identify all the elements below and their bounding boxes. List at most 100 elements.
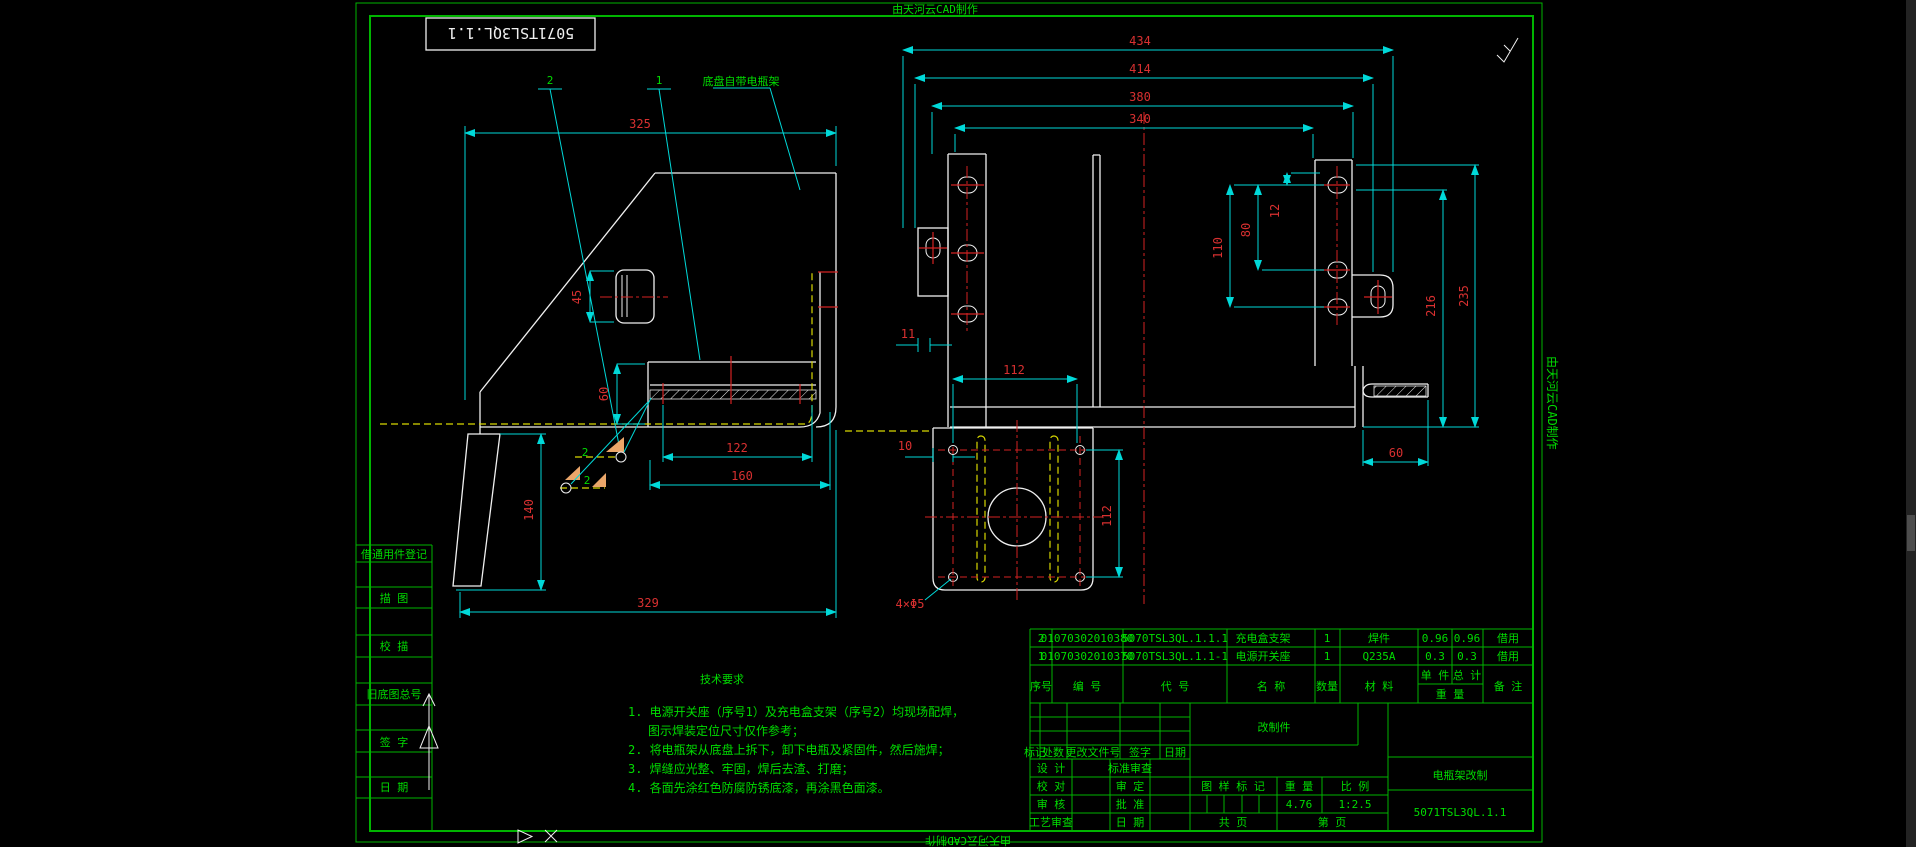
- weld-size-a: 2: [582, 446, 589, 459]
- bom-qty: 1: [1324, 632, 1331, 645]
- tech-title: 技术要求: [700, 673, 744, 686]
- dim-110: 110: [1211, 237, 1225, 259]
- bom-total-weight: 0.3: [1457, 650, 1477, 663]
- bom-remark: 借用: [1497, 632, 1519, 645]
- bom-material: Q235A: [1362, 650, 1395, 663]
- dim-216: 216: [1424, 295, 1438, 317]
- bom-header-total: 总 计: [1453, 668, 1482, 682]
- tb-rev-date: 日期: [1164, 746, 1186, 759]
- bom-code: 01070302010370: [1041, 650, 1134, 663]
- bom-unit-weight: 0.96: [1422, 632, 1449, 645]
- watermark-side: 由天河云CAD制作: [1545, 356, 1559, 450]
- tb-type: 改制件: [1258, 720, 1291, 734]
- scrollbar-track[interactable]: [1906, 0, 1916, 847]
- dim-329: 329: [637, 596, 659, 610]
- tech-line-1: 1. 电源开关座（序号1）及充电盒支架（序号2）均现场配焊，: [628, 704, 964, 719]
- dim-380: 380: [1129, 90, 1151, 104]
- bom-header-drawing: 代 号: [1161, 680, 1190, 693]
- bom-name: 电源开关座: [1236, 649, 1291, 663]
- tb-ratify: 批 准: [1116, 797, 1145, 811]
- bom-code: 01070302010380: [1041, 632, 1134, 645]
- balloon-1: 1: [656, 74, 663, 87]
- bom-row: 1 01070302010370 5070TSL3QL.1.1-1 电源开关座 …: [1038, 649, 1519, 663]
- dim-160: 160: [731, 469, 753, 483]
- sidebar-label-date: 日 期: [380, 781, 409, 794]
- tech-line-4: 3. 焊缝应光整、牢固，焊后去渣、打磨；: [628, 761, 854, 776]
- bom-header-weight: 重 量: [1436, 687, 1465, 701]
- tb-design: 设 计: [1037, 762, 1066, 775]
- scrollbar-thumb[interactable]: [1907, 515, 1915, 551]
- bom-header-name: 名 称: [1257, 679, 1286, 693]
- hole-note: 4×Φ5: [896, 597, 925, 611]
- tb-audit: 审 核: [1037, 797, 1066, 811]
- cad-canvas: 由天河云CAD制作 由天河云CAD制作 由天河云CAD制作 5071TSL3QL…: [355, 0, 1916, 847]
- bom-name: 充电盒支架: [1236, 631, 1291, 645]
- bom-remark: 借用: [1497, 650, 1519, 663]
- tb-drawing-no: 5071TSL3QL.1.1: [1414, 806, 1507, 819]
- tb-sheets: 共 页: [1219, 816, 1248, 829]
- balloon-2: 2: [547, 74, 554, 87]
- dim-112-top: 112: [1003, 363, 1025, 377]
- tb-part-title: 电瓶架改制: [1433, 768, 1488, 782]
- bom-header-remark: 备 注: [1494, 679, 1523, 693]
- tb-scale-value: 1:2.5: [1338, 798, 1371, 811]
- dim-12: 12: [1268, 204, 1282, 218]
- tb-sheet: 第 页: [1318, 815, 1347, 829]
- right-view: 434 414 380 340 110 80 12 216 235 60 112…: [845, 34, 1479, 611]
- chassis-label: 底盘自带电瓶架: [703, 74, 780, 88]
- dim-11: 11: [901, 327, 915, 341]
- bom-total-weight: 0.96: [1454, 632, 1481, 645]
- sidebar-label-tracing: 描 图: [380, 591, 409, 605]
- watermark-bottom: 由天河云CAD制作: [925, 834, 1011, 847]
- dim-140: 140: [522, 499, 536, 521]
- dim-434: 434: [1129, 34, 1151, 48]
- tb-scale-label: 比 例: [1341, 779, 1370, 793]
- tb-approve: 审 定: [1116, 779, 1145, 793]
- tech-line-2: 图示焊装定位尺寸仅作参考；: [648, 723, 804, 738]
- bom-row: 2 01070302010380 5070TSL3QL.1.1.1 充电盒支架 …: [1038, 631, 1519, 645]
- sidebar-label-common-parts: 借通用件登记: [361, 547, 427, 561]
- sidebar-label-trace-check: 校 描: [380, 639, 409, 653]
- dim-235: 235: [1457, 285, 1471, 307]
- drawing-number-text: 5071TSL3QL.1.1: [448, 24, 574, 42]
- tb-date: 日 期: [1116, 816, 1145, 829]
- datum-arrow-symbol: [419, 692, 439, 790]
- sidebar-label-old-master-no: 旧底图总号: [367, 687, 422, 701]
- tech-line-3: 2. 将电瓶架从底盘上拆下，卸下电瓶及紧固件，然后施焊；: [628, 742, 950, 757]
- dim-10: 10: [898, 439, 912, 453]
- dim-80: 80: [1239, 223, 1253, 237]
- dim-112-side: 112: [1100, 505, 1114, 527]
- tb-rev-sign: 签字: [1129, 745, 1151, 759]
- bom-material: 焊件: [1368, 631, 1390, 645]
- tb-weight-label: 重 量: [1285, 779, 1314, 793]
- tb-process: 工艺审查: [1029, 815, 1073, 829]
- technical-requirements: 技术要求 1. 电源开关座（序号1）及充电盒支架（序号2）均现场配焊， 图示焊装…: [628, 673, 964, 795]
- tb-mark-label: 图 样 标 记: [1201, 779, 1265, 793]
- dim-60-left: 60: [597, 387, 611, 401]
- surface-finish-icon: [1496, 37, 1519, 63]
- dim-45: 45: [570, 290, 584, 304]
- bom-table: 2 01070302010380 5070TSL3QL.1.1.1 充电盒支架 …: [1029, 628, 1534, 703]
- tb-rev-count: 处数: [1042, 746, 1064, 759]
- bom-header-material: 材 料: [1365, 679, 1394, 693]
- bom-header-code: 编 号: [1073, 679, 1102, 693]
- dim-122: 122: [726, 441, 748, 455]
- tb-weight-value: 4.76: [1286, 798, 1313, 811]
- tb-standard: 标准审查: [1108, 761, 1152, 775]
- weld-size-b: 2: [584, 474, 591, 487]
- cad-viewport: 由天河云CAD制作 由天河云CAD制作 由天河云CAD制作 5071TSL3QL…: [0, 0, 1916, 847]
- tb-check: 校 对: [1037, 779, 1066, 793]
- watermark-top: 由天河云CAD制作: [892, 2, 978, 16]
- scrollbar[interactable]: [1906, 0, 1916, 847]
- bom-header-unit: 单 件: [1421, 669, 1450, 682]
- dim-340: 340: [1129, 112, 1151, 126]
- bom-drawing-no: 5070TSL3QL.1.1.1: [1122, 632, 1228, 645]
- bom-drawing-no: 5070TSL3QL.1.1-1: [1122, 650, 1228, 663]
- left-view: 2 1 底盘自带电瓶架 2 2 325 45 60 122 160 140 32…: [380, 74, 838, 618]
- dim-325: 325: [629, 117, 651, 131]
- dim-60-right: 60: [1389, 446, 1403, 460]
- weld-symbol-b: 2: [560, 401, 649, 494]
- tech-line-5: 4. 各面先涂红色防腐防锈底漆，再涂黑色面漆。: [628, 780, 890, 795]
- bom-unit-weight: 0.3: [1425, 650, 1445, 663]
- drawing-number-box: 5071TSL3QL.1.1: [425, 17, 596, 51]
